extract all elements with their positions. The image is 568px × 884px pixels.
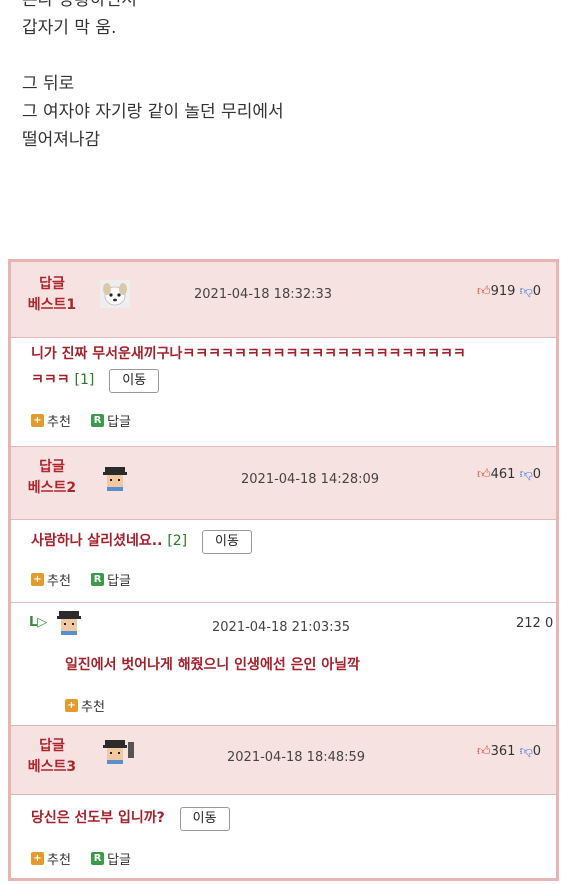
best-label: 답글 베스트3 — [21, 736, 83, 778]
reply-arrow-icon: L▷ — [29, 615, 48, 630]
thumbs-up-icon[interactable]: 👍︎ — [477, 744, 491, 759]
best-label-line: 베스트2 — [27, 480, 77, 496]
move-button[interactable]: 이동 — [109, 369, 160, 393]
reply-votes: 212 0 — [516, 616, 554, 631]
plus-icon: + — [31, 573, 44, 586]
comment-header: 답글 베스트2 2021-04-18 14:28:09 👍︎461 👎︎0 — [11, 447, 556, 519]
recommend-label: 추천 — [81, 700, 105, 715]
comment-date: 2021-04-18 18:48:59 — [227, 750, 366, 765]
recommend-label: 추천 — [47, 415, 71, 430]
thumbs-down-icon[interactable]: 👎︎ — [520, 467, 533, 482]
reply-label: 답글 — [107, 853, 131, 868]
reply-count: [2] — [167, 533, 188, 549]
comment-body: 니가 진짜 무서운새끼구나ㅋㅋㅋㅋㅋㅋㅋㅋㅋㅋㅋㅋㅋㅋㅋㅋㅋㅋㅋㅋㅋㅋ ㅋㅋㅋ … — [11, 338, 556, 446]
thumbs-down-icon[interactable]: 👎︎ — [520, 744, 533, 759]
plus-icon: + — [65, 699, 78, 712]
recommend-label: 추천 — [47, 574, 71, 589]
reply-icon: R — [91, 852, 105, 865]
story-text: 본다 당황하면서 갑자기 막 움. 그 뒤로 그 여자야 자기랑 같이 놀던 무… — [22, 0, 284, 154]
comment-actions: + 추천 R 답글 — [31, 849, 147, 868]
pixel-avatar[interactable] — [55, 609, 83, 635]
reply-label: 답글 — [107, 574, 131, 589]
recommend-button[interactable]: + 추천 — [31, 570, 71, 589]
comment-body: 당신은 선도부 입니까? 이동 + 추천 R 답글 — [11, 795, 556, 878]
comment-text-line: ㅋㅋㅋ — [31, 372, 70, 388]
best-label: 답글 베스트1 — [21, 274, 83, 316]
move-button[interactable]: 이동 — [202, 530, 252, 554]
story-line: 그 여자야 자기랑 같이 놀던 무리에서 — [22, 102, 284, 122]
thumbs-up-icon[interactable]: 👍︎ — [477, 467, 491, 482]
best-label-line: 베스트1 — [27, 297, 77, 313]
upvote-count: 461 — [490, 467, 516, 482]
plus-icon: + — [31, 414, 44, 427]
story-line: 갑자기 막 움. — [22, 18, 117, 38]
comment-votes: 👍︎361 👎︎0 — [477, 744, 541, 759]
upvote-count: 919 — [490, 284, 516, 299]
comment-date: 2021-04-18 18:32:33 — [194, 287, 333, 302]
comment-text: 니가 진짜 무서운새끼구나ㅋㅋㅋㅋㅋㅋㅋㅋㅋㅋㅋㅋㅋㅋㅋㅋㅋㅋㅋㅋㅋㅋ ㅋㅋㅋ … — [31, 341, 546, 393]
reply-button[interactable]: R 답글 — [91, 849, 131, 868]
recommend-button[interactable]: + 추천 — [65, 696, 105, 715]
reply-icon: R — [91, 573, 105, 586]
best-label-line: 답글 — [39, 276, 65, 292]
comment-text-line: 사람하나 살리셨네요.. — [31, 533, 163, 549]
comment-text: 당신은 선도부 입니까? 이동 — [31, 805, 230, 831]
plus-icon: + — [31, 852, 44, 865]
comment-body: 사람하나 살리셨네요.. [2] 이동 + 추천 R 답글 — [11, 520, 556, 602]
story-line: 본다 당황하면서 — [22, 0, 137, 10]
pixel-avatar[interactable] — [101, 738, 137, 764]
reply-label: 답글 — [107, 415, 131, 430]
story-line: 그 뒤로 — [22, 74, 75, 94]
comment-actions: + 추천 R 답글 — [31, 570, 147, 589]
best-label-line: 답글 — [39, 738, 65, 754]
reply-count: [1] — [74, 372, 95, 388]
comment-header: 답글 베스트3 2021-04-18 18:48:59 👍︎361 👎︎0 — [11, 726, 556, 794]
thumbs-down-icon[interactable]: 👎︎ — [520, 284, 533, 299]
pixel-avatar[interactable] — [101, 465, 129, 491]
comment-date: 2021-04-18 14:28:09 — [241, 472, 380, 487]
reply-button[interactable]: R 답글 — [91, 411, 131, 430]
reply-icon: R — [91, 414, 105, 427]
comment-votes: 👍︎461 👎︎0 — [477, 467, 541, 482]
reply-item: L▷ 2021-04-18 21:03:35 212 0 일진에서 벗어나게 해… — [11, 603, 556, 725]
comment-text-line: 니가 진짜 무서운새끼구나ㅋㅋㅋㅋㅋㅋㅋㅋㅋㅋㅋㅋㅋㅋㅋㅋㅋㅋㅋㅋㅋㅋ — [31, 346, 466, 362]
best-label-line: 베스트3 — [27, 759, 77, 775]
comment-text-line: 당신은 선도부 입니까? — [31, 810, 165, 826]
comment-text: 사람하나 살리셨네요.. [2] 이동 — [31, 528, 252, 554]
best-comments-panel: 답글 베스트1 2021-04-18 18:32:33 👍︎919 👎︎0 니가… — [8, 259, 559, 881]
move-button[interactable]: 이동 — [179, 807, 230, 831]
story-line: 떨어져나감 — [22, 130, 101, 150]
comment-actions: + 추천 R 답글 — [31, 411, 147, 430]
best-label: 답글 베스트2 — [21, 457, 83, 499]
comment-votes: 👍︎919 👎︎0 — [477, 284, 541, 299]
upvote-count: 361 — [490, 744, 516, 759]
dog-avatar[interactable] — [100, 280, 130, 308]
reply-button[interactable]: R 답글 — [91, 570, 131, 589]
recommend-button[interactable]: + 추천 — [31, 411, 71, 430]
recommend-label: 추천 — [47, 853, 71, 868]
thumbs-up-icon[interactable]: 👍︎ — [477, 284, 491, 299]
reply-text: 일진에서 벗어나게 해줬으니 인생에선 은인 아닐깍 — [65, 657, 360, 673]
downvote-count: 0 — [532, 744, 542, 759]
reply-actions: + 추천 — [65, 696, 121, 715]
reply-date: 2021-04-18 21:03:35 — [212, 620, 351, 635]
comment-header: 답글 베스트1 2021-04-18 18:32:33 👍︎919 👎︎0 — [11, 262, 556, 337]
best-label-line: 답글 — [39, 459, 65, 475]
downvote-count: 0 — [532, 467, 542, 482]
recommend-button[interactable]: + 추천 — [31, 849, 71, 868]
downvote-count: 0 — [532, 284, 542, 299]
